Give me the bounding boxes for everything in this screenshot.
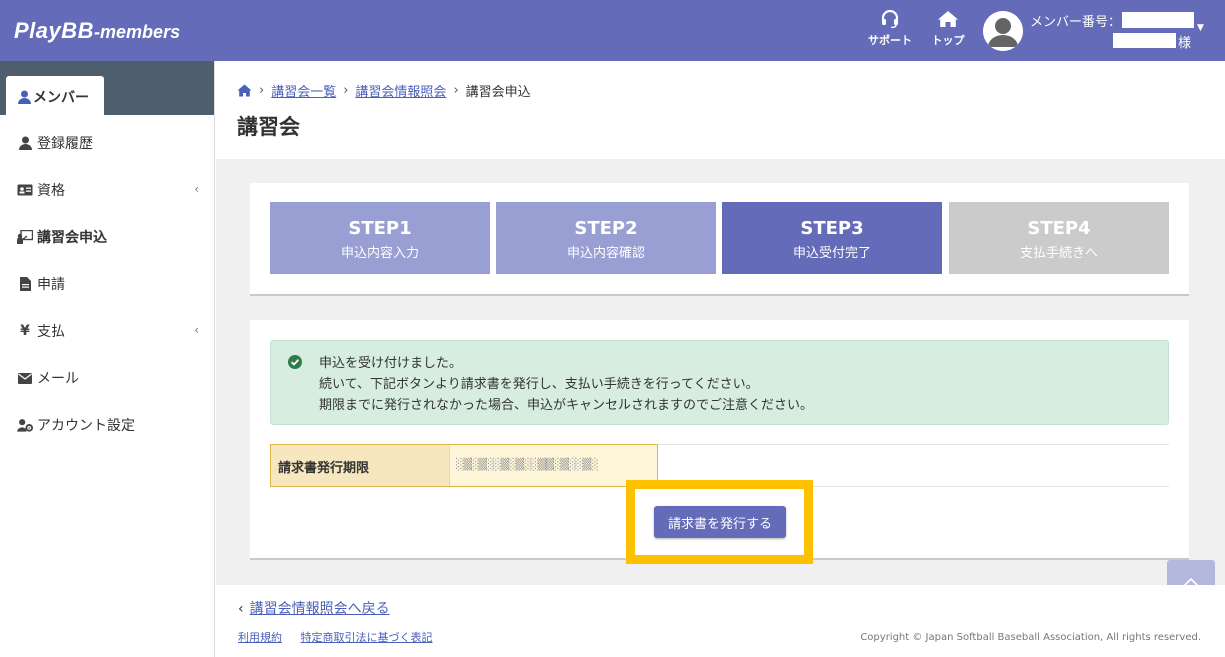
headset-icon xyxy=(881,10,899,28)
sidebar-item-label: 講習会申込 xyxy=(37,230,107,246)
redacted-member-number xyxy=(1122,12,1194,28)
success-alert: 申込を受け付けました。 続いて、下記ボタンより請求書を発行し、支払い手続きを行っ… xyxy=(270,340,1169,425)
support-label: サポート xyxy=(868,34,912,47)
invoice-deadline-row: 請求書発行期限 ░▒░▒░░▒░▒░░▒▒░▒░░▒░ xyxy=(270,444,658,487)
back-to-seminar-info-link[interactable]: ‹ 講習会情報照会へ戻る xyxy=(238,598,390,618)
id-card-icon xyxy=(17,182,33,198)
issue-invoice-button[interactable]: 請求書を発行する xyxy=(654,506,786,538)
step-4: STEP4 支払手続きへ xyxy=(949,202,1169,274)
main-content: › 講習会一覧 › 講習会情報照会 › 講習会申込 講習会 STEP1 申込内容… xyxy=(216,61,1225,657)
support-button[interactable]: サポート xyxy=(865,10,915,48)
sidebar-item-label: 資格 xyxy=(37,183,65,199)
sidebar-item-payment[interactable]: ¥ 支払 ‹ xyxy=(0,309,214,353)
logo-main-text: PlayBB xyxy=(14,18,95,43)
content-header: › 講習会一覧 › 講習会情報照会 › 講習会申込 講習会 xyxy=(216,61,1225,159)
invoice-deadline-label: 請求書発行期限 xyxy=(271,445,450,486)
step-2: STEP2 申込内容確認 xyxy=(496,202,716,274)
copyright: Copyright © Japan Softball Baseball Asso… xyxy=(860,632,1201,643)
sidebar-tab-member[interactable]: メンバー xyxy=(6,76,104,115)
home-icon[interactable] xyxy=(237,84,252,97)
home-icon xyxy=(938,11,958,27)
step-title: STEP2 xyxy=(574,218,638,239)
user-avatar-icon xyxy=(983,11,1023,51)
avatar[interactable] xyxy=(983,11,1023,51)
file-icon xyxy=(17,276,33,292)
member-number-label: メンバー番号： xyxy=(1030,15,1122,30)
sidebar-top-bar: メンバー xyxy=(0,61,214,115)
breadcrumb-separator: › xyxy=(453,83,459,98)
breadcrumb-seminar-info[interactable]: 講習会情報照会 xyxy=(355,81,446,100)
alert-line: 続いて、下記ボタンより請求書を発行し、支払い手続きを行ってください。 xyxy=(319,377,759,392)
terms-link[interactable]: 利用規約 xyxy=(238,631,282,644)
top-label: トップ xyxy=(931,34,965,47)
playbb-logo[interactable]: PlayBB-members xyxy=(14,18,180,44)
sidebar-item-mail[interactable]: メール xyxy=(0,356,214,400)
chevron-left-icon: ‹ xyxy=(194,182,199,196)
page-title: 講習会 xyxy=(237,115,300,139)
alert-line: 申込を受け付けました。 xyxy=(319,356,463,371)
alert-line: 期限までに発行されなかった場合、申込がキャンセルされますのでご注意ください。 xyxy=(319,398,814,413)
chevron-left-icon: ‹ xyxy=(194,323,199,337)
sidebar-item-account-settings[interactable]: アカウント設定 xyxy=(0,403,214,447)
sidebar-item-seminar-application[interactable]: 講習会申込 xyxy=(0,215,214,259)
user-icon xyxy=(18,90,31,104)
account-caret-icon[interactable]: ▼ xyxy=(1197,23,1204,33)
sidebar: メンバー 登録履歴 資格 ‹ 講習会申込 申請 ¥ 支払 ‹ メール アカウント… xyxy=(0,61,215,657)
top-button[interactable]: トップ xyxy=(923,10,973,48)
sidebar-item-label: アカウント設定 xyxy=(37,418,135,434)
step-title: STEP4 xyxy=(1027,218,1091,239)
sidebar-item-registration-history[interactable]: 登録履歴 xyxy=(0,121,214,165)
breadcrumb-separator: › xyxy=(259,83,265,98)
redacted-member-name xyxy=(1113,33,1176,48)
step-subtitle: 申込内容入力 xyxy=(340,246,419,261)
step-3: STEP3 申込受付完了 xyxy=(722,202,942,274)
teacher-icon xyxy=(17,229,33,245)
sidebar-item-label: 登録履歴 xyxy=(37,136,93,152)
steps-card: STEP1 申込内容入力 STEP2 申込内容確認 STEP3 申込受付完了 S… xyxy=(250,183,1189,296)
breadcrumb-current: 講習会申込 xyxy=(465,85,531,100)
user-cog-icon xyxy=(17,417,33,433)
back-link-label: 講習会情報照会へ戻る xyxy=(249,601,390,617)
completion-card: 申込を受け付けました。 続いて、下記ボタンより請求書を発行し、支払い手続きを行っ… xyxy=(250,320,1189,564)
sidebar-item-label: 申請 xyxy=(37,277,65,293)
breadcrumb-seminar-list[interactable]: 講習会一覧 xyxy=(271,81,336,100)
sidebar-tab-label: メンバー xyxy=(33,90,89,106)
honorific-label: 様 xyxy=(1178,36,1192,51)
step-title: STEP1 xyxy=(348,218,412,239)
step-subtitle: 申込内容確認 xyxy=(566,246,645,261)
tokushoho-link[interactable]: 特定商取引法に基づく表記 xyxy=(301,631,433,644)
step-subtitle: 支払手続きへ xyxy=(1019,246,1098,261)
check-circle-icon xyxy=(288,355,302,369)
yen-icon: ¥ xyxy=(20,323,30,339)
invoice-deadline-value-redacted: ░▒░▒░░▒░▒░░▒▒░▒░░▒░ xyxy=(456,458,599,471)
sidebar-item-label: メール xyxy=(37,371,79,387)
top-header: PlayBB-members サポート トップ メンバー番号： 様 ▼ xyxy=(0,0,1225,61)
breadcrumb: › 講習会一覧 › 講習会情報照会 › 講習会申込 xyxy=(237,81,531,100)
sidebar-item-application[interactable]: 申請 xyxy=(0,262,214,306)
step-1: STEP1 申込内容入力 xyxy=(270,202,490,274)
envelope-icon xyxy=(17,370,33,386)
chevron-left-icon: ‹ xyxy=(238,601,244,617)
step-subtitle: 申込受付完了 xyxy=(792,246,871,261)
footer-links: 利用規約 特定商取引法に基づく表記 xyxy=(238,629,448,645)
logo-sub-text: -members xyxy=(94,22,181,42)
step-title: STEP3 xyxy=(800,218,864,239)
sidebar-item-qualifications[interactable]: 資格 ‹ xyxy=(0,168,214,212)
user-icon xyxy=(17,135,33,151)
sidebar-item-label: 支払 xyxy=(37,324,65,340)
footer: ‹ 講習会情報照会へ戻る 利用規約 特定商取引法に基づく表記 Copyright … xyxy=(216,585,1225,657)
breadcrumb-separator: › xyxy=(343,83,349,98)
